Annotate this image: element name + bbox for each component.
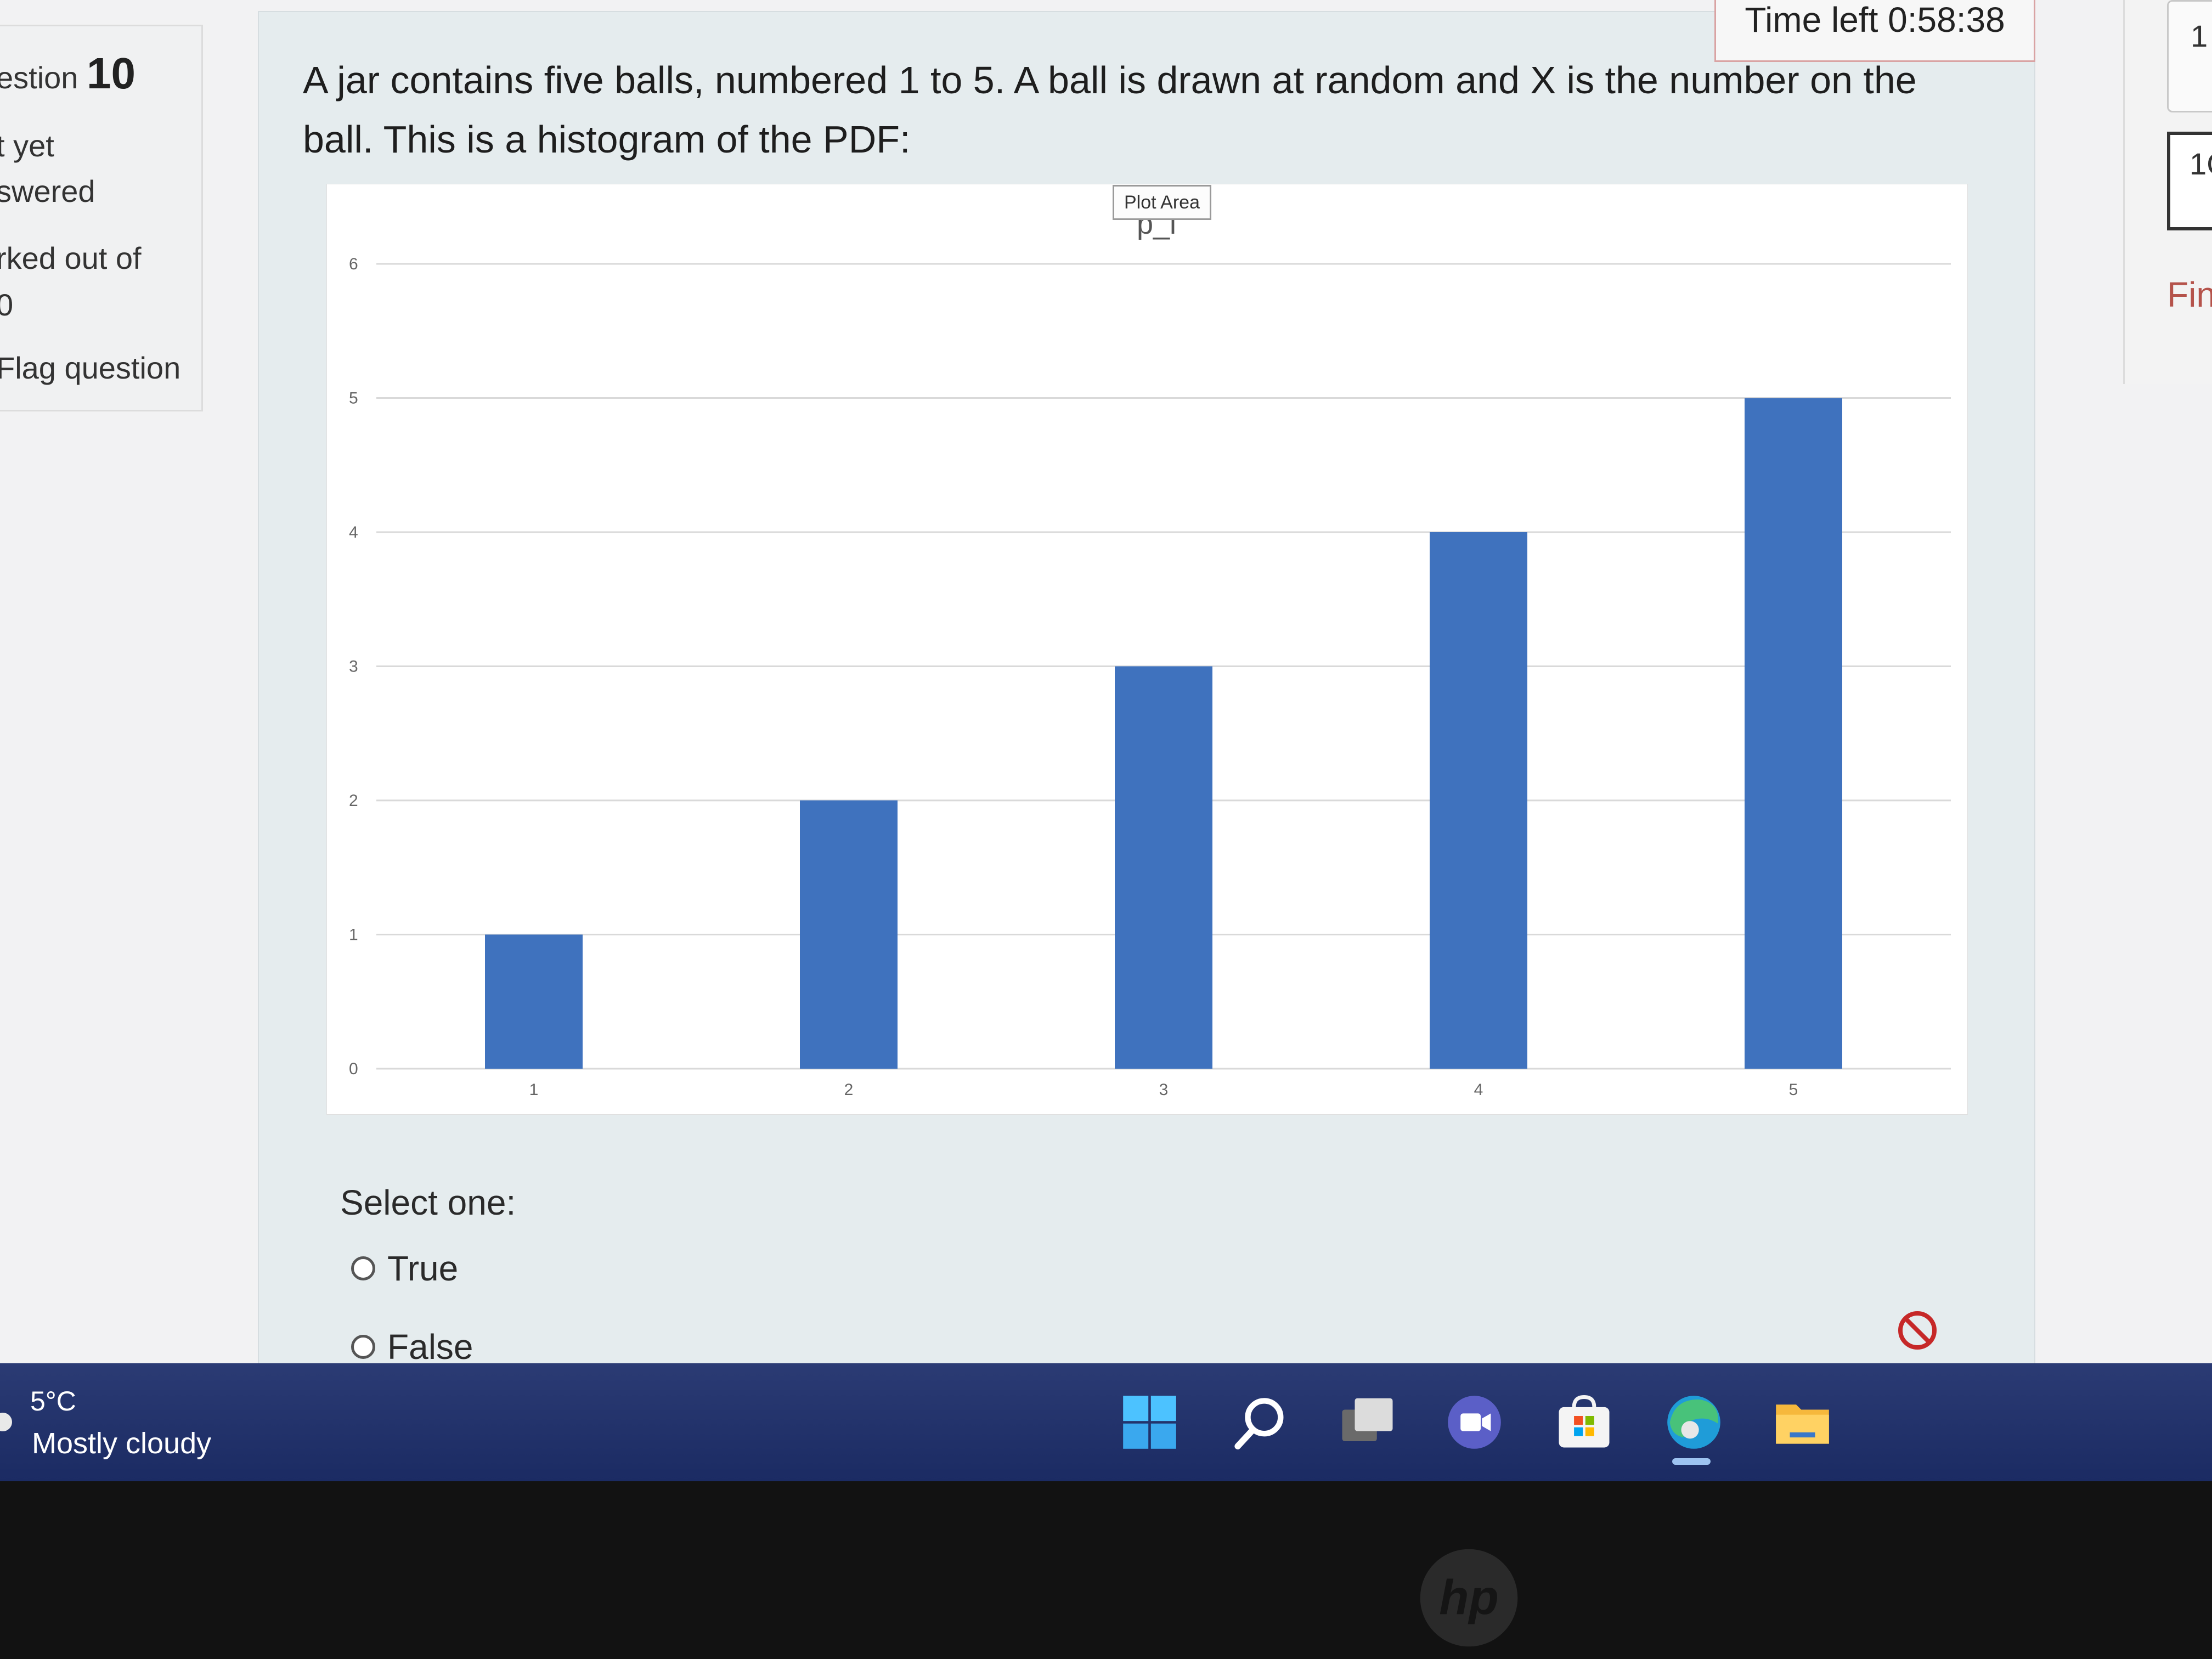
taskbar — [0, 1363, 2212, 1481]
nav-question-1[interactable]: 1 — [2167, 0, 2212, 112]
y-tick-label: 2 — [349, 792, 358, 810]
y-tick-label: 3 — [349, 658, 358, 676]
flag-question-link[interactable]: Flag question — [0, 350, 180, 386]
question-info-panel: estion 10 t yet swered rked out of 0 Fla… — [0, 25, 203, 411]
screen: estion 10 t yet swered rked out of 0 Fla… — [0, 0, 2212, 1481]
y-tick-label: 4 — [349, 523, 358, 541]
x-tick-label: 3 — [1159, 1081, 1169, 1099]
question-label: estion — [0, 60, 78, 95]
radio-false[interactable] — [351, 1335, 375, 1359]
y-tick-label: 0 — [349, 1060, 358, 1078]
question-number: estion 10 — [0, 48, 136, 99]
weather-description[interactable]: Mostly cloudy — [32, 1426, 211, 1460]
question-number-value: 10 — [87, 49, 136, 98]
plot-area-tooltip: Plot Area — [1113, 185, 1211, 220]
svg-text:hp: hp — [1439, 1570, 1498, 1624]
bar — [485, 934, 583, 1069]
bar — [1430, 532, 1527, 1069]
hp-logo: hp — [1420, 1549, 1518, 1647]
store-icon[interactable] — [1553, 1391, 1616, 1454]
laptop-bezel — [0, 1481, 2212, 1659]
file-explorer-icon[interactable] — [1771, 1391, 1834, 1454]
edge-icon[interactable] — [1662, 1391, 1725, 1454]
radio-true[interactable] — [351, 1256, 375, 1280]
option-false[interactable]: False — [351, 1327, 473, 1367]
option-false-label: False — [387, 1327, 473, 1367]
histogram-chart: p_i 0 1 2 3 4 5 6 1 2 3 4 5 — [326, 184, 1968, 1115]
x-tick-label: 1 — [529, 1081, 539, 1099]
chart-svg: p_i01234561 2 3 4 5 — [349, 207, 1951, 1099]
y-tick-label: 5 — [349, 390, 358, 408]
x-tick-label: 4 — [1474, 1081, 1483, 1099]
finish-attempt-link[interactable]: Fin — [2167, 274, 2212, 315]
x-tick-label: 2 — [844, 1081, 854, 1099]
prohibited-icon — [1898, 1311, 1937, 1350]
status-line-2: swered — [0, 174, 95, 208]
option-true[interactable]: True — [351, 1248, 458, 1289]
question-text: A jar contains five balls, numbered 1 to… — [303, 59, 1917, 161]
weather-temperature[interactable]: 5°C — [30, 1385, 76, 1417]
x-tick-label: 5 — [1789, 1081, 1798, 1099]
y-tick-label: 1 — [349, 926, 358, 944]
task-view-icon[interactable] — [1336, 1391, 1399, 1454]
bar — [1745, 398, 1842, 1069]
marked-line-1: rked out of — [0, 241, 142, 275]
status-line-1: t yet — [0, 128, 54, 163]
timer-box: Time left 0:58:38 — [1714, 0, 2035, 62]
option-true-label: True — [387, 1249, 459, 1288]
select-one-label: Select one: — [340, 1183, 516, 1222]
teams-icon[interactable] — [1443, 1391, 1506, 1454]
marked-line-2: 0 — [0, 287, 14, 322]
search-icon[interactable] — [1229, 1391, 1292, 1454]
timer-text: Time left 0:58:38 — [1745, 0, 2005, 40]
bar — [1115, 666, 1212, 1069]
active-app-indicator — [1672, 1458, 1711, 1465]
windows-start-icon[interactable] — [1118, 1391, 1181, 1454]
nav-question-current[interactable]: 1C — [2167, 132, 2212, 230]
bar — [800, 800, 898, 1069]
y-tick-label: 6 — [349, 255, 358, 273]
